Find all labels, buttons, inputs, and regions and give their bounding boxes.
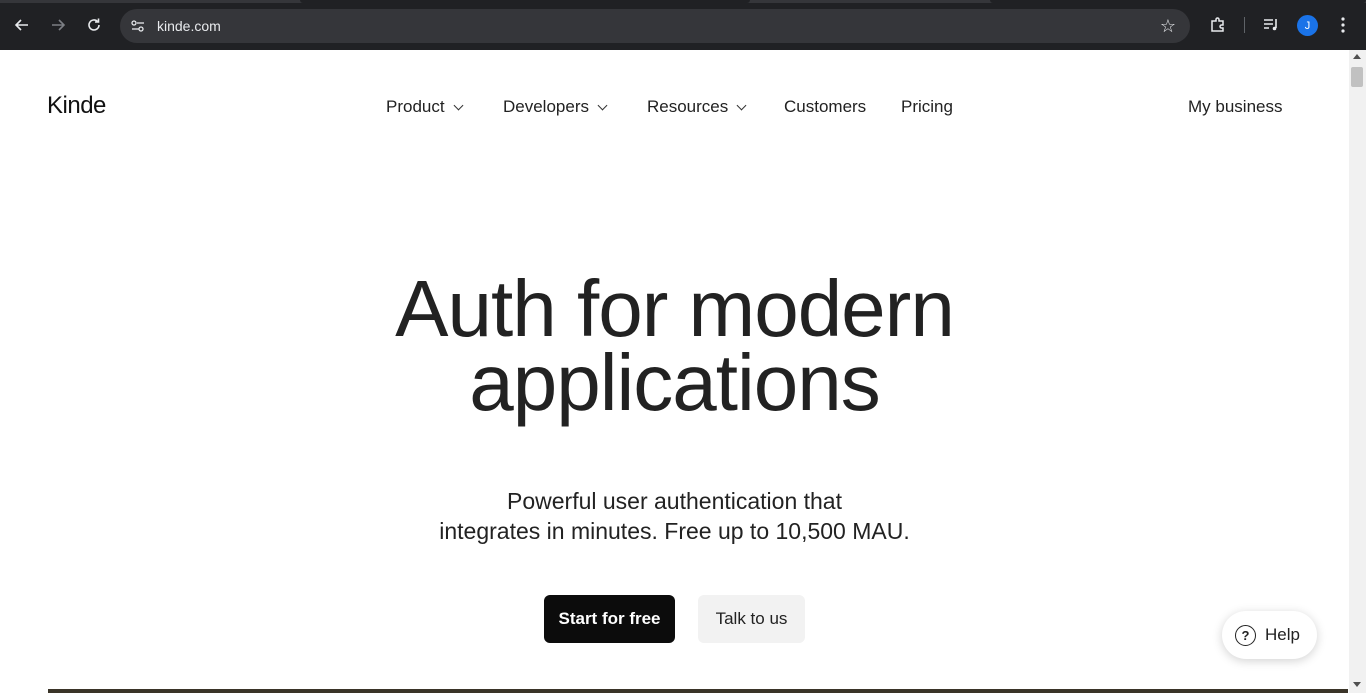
bookmark-star-icon[interactable]: ☆: [1158, 16, 1178, 36]
scroll-up-arrow-icon[interactable]: [1353, 54, 1361, 59]
nav-pricing[interactable]: Pricing: [901, 97, 953, 117]
browser-tab[interactable]: [990, 0, 1366, 3]
reload-button[interactable]: [82, 13, 106, 37]
browser-toolbar: kinde.com ☆ J: [0, 0, 1366, 50]
hero-subtitle-line-1: Powerful user authentication that: [507, 488, 842, 514]
page-scrollbar[interactable]: [1349, 50, 1366, 693]
my-business-label: My business: [1188, 97, 1283, 116]
media-control-icon[interactable]: [1260, 14, 1282, 36]
nav-resources-label: Resources: [647, 97, 729, 116]
extensions-puzzle-icon[interactable]: [1207, 14, 1229, 36]
nav-developers[interactable]: Developers: [503, 97, 608, 117]
hero-title-line-2: applications: [469, 338, 881, 427]
hero-title: Auth for modern applications: [0, 264, 1349, 427]
arrow-left-icon: [14, 19, 28, 31]
talk-to-us-button[interactable]: Talk to us: [698, 595, 805, 643]
hero-image-top-edge: [48, 689, 1348, 693]
address-bar[interactable]: kinde.com ☆: [120, 9, 1190, 43]
hero-subtitle: Powerful user authentication that integr…: [0, 486, 1349, 546]
profile-avatar[interactable]: J: [1297, 15, 1318, 36]
question-mark-icon: ?: [1235, 624, 1256, 646]
kinde-logo[interactable]: Kinde: [47, 92, 106, 120]
scroll-down-arrow-icon[interactable]: [1353, 682, 1361, 687]
chevron-down-icon: [597, 100, 608, 110]
chevron-down-icon: [736, 100, 747, 110]
hero-subtitle-line-2: integrates in minutes. Free up to 10,500…: [439, 518, 910, 544]
nav-pricing-label: Pricing: [901, 97, 953, 116]
chevron-down-icon: [453, 100, 464, 110]
my-business-link[interactable]: My business: [1188, 97, 1282, 117]
nav-resources[interactable]: Resources: [647, 97, 747, 117]
hero-title-line-1: Auth for modern: [395, 264, 955, 353]
nav-customers-label: Customers: [784, 97, 867, 116]
site-settings-icon[interactable]: [129, 17, 147, 35]
nav-customers[interactable]: Customers: [784, 97, 866, 117]
nav-product-label: Product: [386, 97, 445, 116]
help-label: Help: [1265, 625, 1300, 644]
web-page: Kinde Product Developers Resources Custo…: [0, 50, 1349, 693]
browser-menu-icon[interactable]: [1332, 14, 1354, 36]
nav-developers-label: Developers: [503, 97, 589, 116]
scrollbar-thumb[interactable]: [1351, 67, 1363, 87]
browser-tab[interactable]: [300, 0, 750, 3]
url-text[interactable]: kinde.com: [157, 18, 221, 34]
start-for-free-button[interactable]: Start for free: [544, 595, 675, 643]
help-widget-button[interactable]: ? Help: [1222, 611, 1317, 659]
arrow-right-icon: [52, 19, 66, 31]
toolbar-divider: [1244, 17, 1245, 33]
nav-product[interactable]: Product: [386, 97, 464, 117]
back-button[interactable]: [10, 13, 34, 37]
forward-button[interactable]: [46, 13, 70, 37]
reload-icon: [88, 18, 100, 31]
